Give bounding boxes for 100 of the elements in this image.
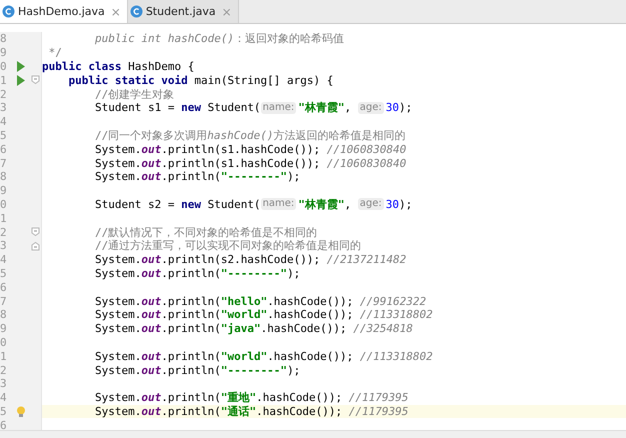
line-number: 3 xyxy=(0,239,8,252)
class-file-icon xyxy=(130,5,143,18)
fold-icon xyxy=(31,227,40,238)
code-comment: //默认情况下，不同对象的哈希值是不相同的 xyxy=(94,224,318,240)
code-text: ); xyxy=(399,198,412,211)
code-text: System. xyxy=(94,266,142,280)
number-literal: 30 xyxy=(386,198,400,211)
code-comment: //113318802 xyxy=(360,350,433,363)
line-number: 2 xyxy=(0,226,8,239)
code-text: System. xyxy=(94,294,142,308)
run-icon xyxy=(16,74,26,86)
code-keyword: new xyxy=(181,101,202,114)
code-field: out xyxy=(141,322,162,336)
code-text: ); xyxy=(287,170,300,184)
fold-icon xyxy=(31,75,40,86)
code-keyword: new xyxy=(181,198,202,211)
code-keyword: public static void xyxy=(67,74,189,87)
string-literal: "林青霞" xyxy=(298,196,345,212)
line-number: 7 xyxy=(0,294,8,308)
code-text: ); xyxy=(287,266,300,280)
string-literal: "java" xyxy=(220,322,261,336)
code-text: .println( xyxy=(161,266,221,280)
string-literal: "world" xyxy=(220,350,268,363)
string-literal: "重地" xyxy=(220,390,256,406)
line-number: 4 xyxy=(0,253,8,266)
fold-icon xyxy=(31,240,40,251)
code-text: System. xyxy=(94,142,142,156)
code-text: , xyxy=(344,198,352,211)
code-field: out xyxy=(141,404,162,418)
code-text: Student s2 = xyxy=(94,198,176,211)
code-text: .println( xyxy=(161,404,221,418)
code-text: Student s1 = xyxy=(94,101,176,114)
code-comment: */ xyxy=(48,46,62,60)
line-number: 0 xyxy=(0,198,8,211)
code-comment: //99162322 xyxy=(360,294,426,308)
line-number: 6 xyxy=(0,418,8,430)
code-text: System. xyxy=(94,170,142,184)
code-field: out xyxy=(141,364,162,377)
line-number: 2 xyxy=(0,88,8,101)
line-number: 1 xyxy=(0,350,8,363)
code-comment: //1179395 xyxy=(348,391,408,404)
string-literal: "--------" xyxy=(220,364,288,377)
code-text: .hashCode()); xyxy=(256,404,344,418)
code-text: System. xyxy=(94,322,142,336)
string-literal: "--------" xyxy=(220,266,288,280)
code-text: System. xyxy=(94,350,142,363)
code-text: .hashCode()); xyxy=(267,350,354,363)
parameter-hint: name: xyxy=(260,198,296,210)
line-number: 5 xyxy=(0,404,8,418)
code-comment: //113318802 xyxy=(360,308,433,322)
code-text: .println( xyxy=(161,322,221,336)
line-number: 7 xyxy=(0,156,8,170)
number-literal: 30 xyxy=(386,101,400,114)
code-text: .println(s1.hashCode()); xyxy=(161,142,322,156)
code-field: out xyxy=(141,170,162,184)
code-comment: 方法返回的哈希值是相同的 xyxy=(273,128,406,143)
string-literal: "林青霞" xyxy=(298,100,345,116)
line-number: 5 xyxy=(0,266,8,280)
code-comment: //3254818 xyxy=(353,322,413,336)
code-text: .hashCode()); xyxy=(267,308,354,322)
line-number: 9 xyxy=(0,184,8,198)
line-number: 5 xyxy=(0,128,8,142)
editor-tab[interactable]: HashDemo.java × xyxy=(0,0,128,23)
code-text: System. xyxy=(94,308,142,322)
code-text: System. xyxy=(94,364,142,377)
code-field: out xyxy=(141,253,162,266)
code-comment: //2137211482 xyxy=(326,253,406,266)
code-field: out xyxy=(141,266,162,280)
string-literal: "通话" xyxy=(220,404,256,419)
code-comment: //1060830840 xyxy=(326,142,406,156)
line-number: 9 xyxy=(0,322,8,336)
code-comment: //1179395 xyxy=(348,404,408,418)
code-text: ); xyxy=(287,364,300,377)
lightbulb-icon xyxy=(16,406,26,417)
line-number: 4 xyxy=(0,115,8,128)
code-text: .println(s1.hashCode()); xyxy=(161,156,322,170)
code-comment: public int hashCode()：返回对象的哈希码值 xyxy=(94,31,344,46)
code-text: System. xyxy=(94,391,142,404)
editor-tab[interactable]: Student.java × xyxy=(128,0,239,23)
line-number: 3 xyxy=(0,377,8,390)
line-number: 6 xyxy=(0,280,8,294)
line-number: 0 xyxy=(0,336,8,349)
code-text: .println( xyxy=(161,308,221,322)
code-text: .println( xyxy=(161,294,221,308)
code-text: .hashCode()); xyxy=(260,322,348,336)
code-text: Student( xyxy=(208,101,261,114)
line-number: 9 xyxy=(0,46,8,60)
line-number: 3 xyxy=(0,101,8,114)
code-text: System. xyxy=(94,156,142,170)
code-text: .println(s2.hashCode()); xyxy=(161,253,322,266)
code-text: .hashCode()); xyxy=(256,391,344,404)
code-text: HashDemo { xyxy=(128,60,194,73)
run-icon xyxy=(16,60,26,72)
code-text: , xyxy=(344,101,352,114)
line-number: 1 xyxy=(0,74,8,87)
code-text: .println( xyxy=(161,391,221,404)
code-text: System. xyxy=(94,404,142,418)
code-text: .println( xyxy=(161,364,221,377)
line-number: 2 xyxy=(0,364,8,377)
line-number: 8 xyxy=(0,308,8,322)
